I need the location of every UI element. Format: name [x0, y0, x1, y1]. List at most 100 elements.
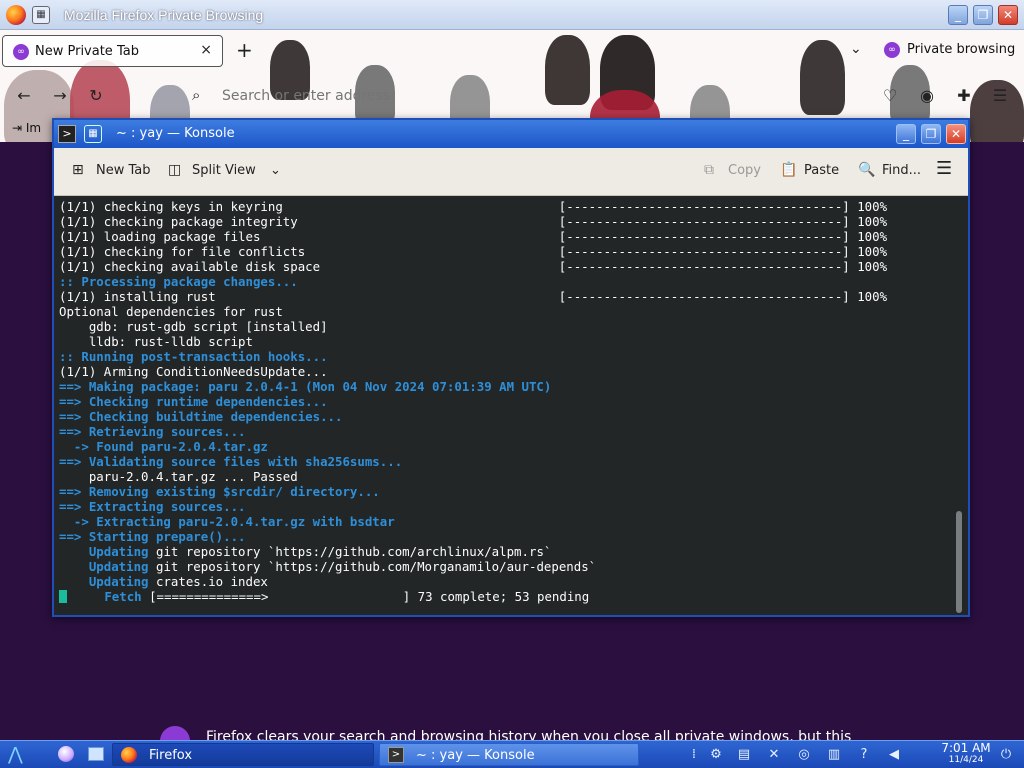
- terminal-line: ==> Checking buildtime dependencies...: [59, 409, 343, 424]
- terminal-line: (1/1) checking for file conflicts [-----…: [59, 244, 888, 259]
- terminal-line: (1/1) checking available disk space [---…: [59, 259, 888, 274]
- terminal-line: paru-2.0.4.tar.gz ... Passed: [59, 469, 298, 484]
- terminal-line: ==> Checking runtime dependencies...: [59, 394, 328, 409]
- minimize-button[interactable]: _: [896, 124, 916, 144]
- terminal-line: Updating crates.io index: [88, 574, 268, 589]
- tray-device-icon[interactable]: ▥: [826, 747, 842, 763]
- taskbar-firefox[interactable]: Firefox: [112, 743, 374, 766]
- paste-button[interactable]: 📋 Paste: [780, 162, 839, 182]
- terminal-line: gdb: rust-gdb script [installed]: [59, 319, 328, 334]
- import-icon: ⇥: [12, 121, 23, 135]
- split-view-button[interactable]: ◫ Split View ⌄: [168, 162, 281, 182]
- back-icon[interactable]: ←: [14, 86, 34, 106]
- maximize-button[interactable]: ❐: [973, 5, 993, 25]
- chevron-down-icon: ⌄: [269, 163, 281, 178]
- navigation-toolbar: ← → ↻ ⌕ ♡ ◉ ✚ ☰: [0, 78, 1024, 112]
- terminal-line: (1/1) loading package files [-----------…: [59, 229, 888, 244]
- tab-close-icon[interactable]: ×: [200, 42, 212, 58]
- firefox-icon: [121, 747, 137, 763]
- copy-icon: ⧉: [704, 162, 714, 178]
- minimize-button[interactable]: _: [948, 5, 968, 25]
- terminal-line: (1/1) Arming ConditionNeedsUpdate...: [59, 364, 328, 379]
- copy-button[interactable]: ⧉ Copy: [704, 162, 761, 182]
- terminal-output[interactable]: (1/1) checking keys in keyring [--------…: [54, 197, 968, 615]
- start-menu-icon[interactable]: ⋀: [8, 744, 23, 765]
- quicklaunch-files-icon[interactable]: [88, 747, 104, 761]
- extensions-icon[interactable]: ✚: [954, 86, 974, 106]
- tab-label: New Private Tab: [35, 44, 139, 59]
- url-bar[interactable]: ⌕: [182, 82, 822, 110]
- firefox-window-title: Mozilla Firefox Private Browsing: [64, 7, 264, 23]
- terminal-line: Fetch [==============> ] 73 complete; 53…: [59, 589, 968, 604]
- taskbar-konsole[interactable]: > ~ : yay — Konsole: [379, 743, 639, 766]
- scrollbar-thumb[interactable]: [956, 511, 962, 613]
- taskbar-firefox-label: Firefox: [149, 748, 193, 763]
- import-label: Im: [25, 121, 42, 135]
- tab-list-button[interactable]: ⌄: [850, 41, 862, 57]
- tab-strip: ∞ New Private Tab × + ⌄ ∞ Private browsi…: [0, 30, 1024, 70]
- find-label: Find...: [882, 163, 922, 178]
- tray-network-icon[interactable]: ⚙: [708, 747, 724, 763]
- copy-label: Copy: [728, 163, 761, 178]
- terminal-line: ==> Retrieving sources...: [59, 424, 246, 439]
- tray-help-icon[interactable]: ?: [856, 747, 872, 763]
- terminal-line: lldb: rust-lldb script: [59, 334, 253, 349]
- new-tab-icon: ⊞: [72, 162, 84, 178]
- terminal-cursor: [59, 590, 67, 603]
- forward-icon[interactable]: →: [50, 86, 70, 106]
- konsole-window[interactable]: > ▦ ~ : yay — Konsole _ ❐ ✕ ⊞ New Tab ◫ Sp…: [52, 118, 970, 617]
- tray-eye-icon[interactable]: ◎: [796, 747, 812, 763]
- terminal-line: ==> Making package: paru 2.0.4-1 (Mon 04…: [59, 379, 552, 394]
- terminal-icon: >: [388, 747, 404, 763]
- private-browsing-label: Private browsing: [907, 42, 1016, 57]
- close-button[interactable]: ✕: [998, 5, 1018, 25]
- search-input[interactable]: [222, 88, 782, 104]
- tray-mute-icon[interactable]: ✕: [766, 747, 782, 763]
- paste-label: Paste: [804, 163, 840, 178]
- close-button[interactable]: ✕: [946, 124, 966, 144]
- firefox-titlebar[interactable]: ▦ Mozilla Firefox Private Browsing _ ❐ ✕: [0, 0, 1024, 30]
- konsole-toolbar: ⊞ New Tab ◫ Split View ⌄ ⧉ Copy 📋 Paste 🔍 Fin…: [54, 148, 968, 196]
- reload-icon[interactable]: ↻: [86, 86, 106, 106]
- pocket-icon[interactable]: ♡: [880, 86, 900, 106]
- terminal-icon: >: [58, 125, 76, 143]
- clock-time: 7:01 AM: [941, 741, 991, 755]
- power-icon[interactable]: ⏻: [998, 747, 1014, 763]
- find-button[interactable]: 🔍 Find...: [858, 162, 921, 182]
- quicklaunch-browser-icon[interactable]: [58, 746, 74, 762]
- tray-arrow-icon[interactable]: ⁞: [686, 747, 702, 763]
- konsole-titlebar[interactable]: > ▦ ~ : yay — Konsole _ ❐ ✕: [54, 120, 968, 148]
- hamburger-menu-icon[interactable]: ☰: [936, 158, 952, 179]
- volume-icon[interactable]: ◀: [886, 747, 902, 763]
- account-icon[interactable]: ◉: [917, 86, 937, 106]
- terminal-line: (1/1) checking keys in keyring [--------…: [59, 199, 888, 214]
- konsole-window-title: ~ : yay — Konsole: [116, 126, 235, 141]
- terminal-line: :: Processing package changes...: [59, 274, 298, 289]
- terminal-line: ==> Extracting sources...: [59, 499, 246, 514]
- tab-new-private[interactable]: ∞ New Private Tab ×: [2, 35, 223, 67]
- terminal-line: -> Extracting paru-2.0.4.tar.gz with bsd…: [59, 514, 395, 529]
- taskbar: ⋀ Firefox > ~ : yay — Konsole ⁞ ⚙ ▤ ✕ ◎ …: [0, 740, 1024, 768]
- new-tab-button[interactable]: ⊞ New Tab: [72, 162, 151, 182]
- terminal-line: :: Running post-transaction hooks...: [59, 349, 328, 364]
- tray-clipboard-icon[interactable]: ▤: [736, 747, 752, 763]
- paste-icon: 📋: [780, 162, 798, 178]
- clock-date: 11/4/24: [948, 755, 984, 765]
- grid-icon[interactable]: ▦: [32, 6, 50, 24]
- split-view-label: Split View: [192, 163, 256, 178]
- import-bookmarks[interactable]: ⇥ Im: [12, 121, 41, 135]
- private-mask-icon: ∞: [884, 42, 900, 58]
- new-tab-button[interactable]: +: [236, 40, 253, 60]
- clock[interactable]: 7:01 AM 11/4/24: [940, 742, 992, 766]
- terminal-line: (1/1) installing rust [-----------------…: [59, 289, 888, 304]
- terminal-line: -> Found paru-2.0.4.tar.gz: [59, 439, 268, 454]
- grid-icon[interactable]: ▦: [84, 125, 102, 143]
- new-tab-label: New Tab: [96, 163, 151, 178]
- maximize-button[interactable]: ❐: [921, 124, 941, 144]
- terminal-line: Optional dependencies for rust: [59, 304, 283, 319]
- firefox-icon: [6, 5, 26, 25]
- split-view-icon: ◫: [168, 162, 182, 178]
- menu-icon[interactable]: ☰: [990, 86, 1010, 106]
- private-mask-icon: ∞: [13, 44, 29, 60]
- taskbar-konsole-label: ~ : yay — Konsole: [416, 748, 535, 763]
